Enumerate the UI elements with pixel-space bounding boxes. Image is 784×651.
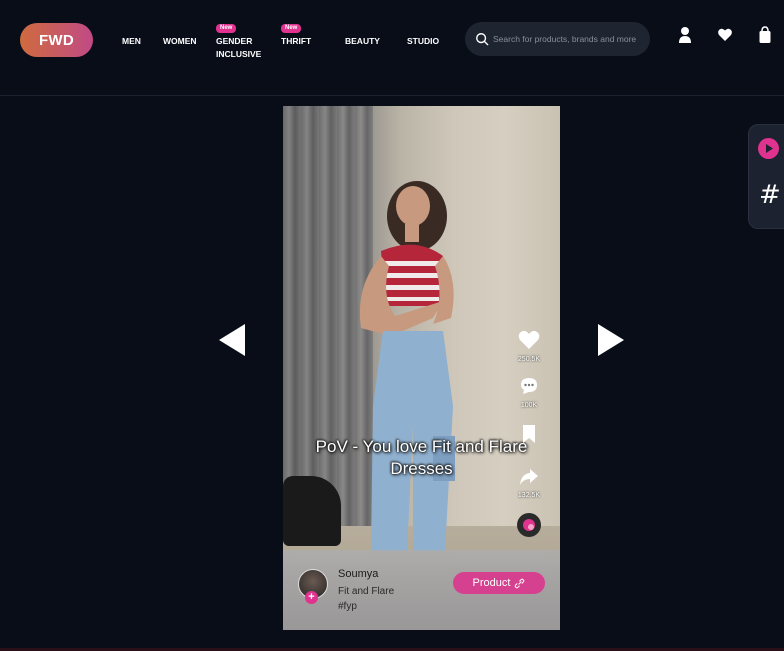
side-panel: # (748, 124, 784, 229)
play-icon[interactable] (758, 138, 779, 159)
heart-icon[interactable] (717, 26, 733, 44)
new-badge: New (216, 24, 237, 33)
share-action[interactable]: 132.5K (513, 468, 545, 499)
comment-action[interactable]: 100K (513, 376, 545, 409)
product-button-label: Product (472, 577, 511, 589)
nav-thrift[interactable]: New THRIFT (281, 24, 312, 48)
nav-women-label: WOMEN (163, 36, 197, 46)
hashtag-icon[interactable]: # (759, 180, 781, 210)
video-hashtag[interactable]: #fyp (338, 601, 357, 612)
link-icon (515, 578, 525, 588)
nav-women[interactable]: WOMEN (163, 35, 197, 48)
video-info-bar: + Soumya Fit and Flare #fyp Product (283, 550, 560, 630)
bookmark-icon[interactable] (521, 424, 537, 444)
previous-video-arrow-icon[interactable] (219, 324, 245, 356)
bag-icon[interactable] (757, 26, 773, 44)
nav-men-label: MEN (122, 36, 141, 46)
nav-gender-inclusive-label: GENDER INCLUSIVE (216, 36, 262, 59)
new-badge: New (281, 24, 302, 33)
heart-icon[interactable] (518, 330, 540, 350)
like-action[interactable]: 250.5K (513, 330, 545, 363)
nav-beauty[interactable]: BEAUTY (345, 35, 380, 48)
next-video-arrow-icon[interactable] (598, 324, 624, 356)
search-bar (465, 22, 650, 56)
nav-beauty-label: BEAUTY (345, 36, 380, 46)
music-disc-icon[interactable] (516, 512, 542, 538)
nav-gender-inclusive[interactable]: New GENDER INCLUSIVE (216, 24, 264, 61)
user-icon[interactable] (677, 26, 693, 44)
fwd-logo[interactable]: FWD (20, 23, 93, 57)
follow-plus-icon[interactable]: + (305, 591, 318, 604)
music-action[interactable] (513, 512, 545, 543)
share-icon[interactable] (519, 468, 539, 486)
nav-thrift-label: THRIFT (281, 36, 312, 46)
video-title: Fit and Flare (338, 586, 395, 597)
video-player[interactable]: PoV - You love Fit and Flare Dresses 250… (283, 106, 560, 630)
search-icon[interactable] (475, 32, 489, 46)
comment-icon[interactable] (519, 376, 539, 396)
nav-men[interactable]: MEN (122, 35, 141, 48)
product-button[interactable]: Product (453, 572, 545, 594)
search-input[interactable] (493, 34, 645, 44)
save-action[interactable] (513, 424, 545, 449)
nav-studio-label: STUDIO (407, 36, 440, 46)
share-count: 132.5K (517, 492, 541, 499)
comment-count: 100K (520, 402, 538, 409)
creator-name[interactable]: Soumya (338, 568, 378, 580)
site-header: FWD MEN WOMEN New GENDER INCLUSIVE New T… (0, 0, 784, 96)
nav-studio[interactable]: STUDIO (407, 35, 439, 48)
like-count: 250.5K (517, 356, 541, 363)
